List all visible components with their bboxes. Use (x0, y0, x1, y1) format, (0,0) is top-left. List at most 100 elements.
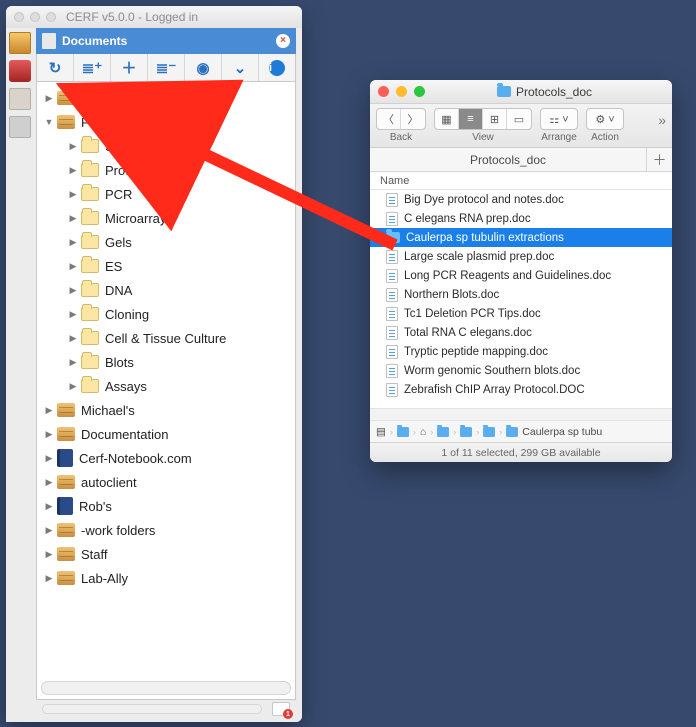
arrange-button[interactable]: ⚏ ˅ (541, 109, 577, 129)
status-indicator[interactable]: 1 (272, 702, 290, 716)
tree-item-blots[interactable]: ▶ Blots (37, 350, 295, 374)
disclosure-icon[interactable]: ▶ (43, 428, 55, 440)
window-minimize-icon[interactable] (30, 12, 40, 22)
info-button[interactable]: i (259, 54, 295, 81)
disclosure-icon[interactable]: ▼ (43, 116, 55, 128)
sidestrip-book-icon[interactable] (9, 60, 31, 82)
tree-item-robs[interactable]: ▶ Rob's (37, 494, 295, 518)
finder-path-bar[interactable]: ▤› › ⌂› › › › Caulerpa sp tubu (370, 420, 672, 442)
view-button[interactable]: ◉ (185, 54, 222, 81)
sidestrip-drive-icon[interactable] (9, 116, 31, 138)
disclosure-icon[interactable]: ▶ (67, 356, 79, 368)
tree-item-dna[interactable]: ▶ DNA (37, 278, 295, 302)
cerf-titlebar[interactable]: CERF v5.0.0 - Logged in (6, 6, 302, 28)
tree-item-work-folders[interactable]: ▶ -work folders (37, 518, 295, 542)
sidestrip-page-icon[interactable] (9, 88, 31, 110)
panel-close-button[interactable]: × (276, 34, 290, 48)
disclosure-icon[interactable]: ▶ (67, 188, 79, 200)
folder-icon (437, 427, 449, 437)
window-zoom-icon[interactable] (414, 86, 425, 97)
disclosure-icon[interactable]: ▶ (67, 308, 79, 320)
tree-item-pcr[interactable]: ▶ PCR (37, 182, 295, 206)
column-header-name[interactable]: Name (370, 172, 672, 190)
expand-button[interactable]: ⌄ (222, 54, 259, 81)
forward-button[interactable]: 〉 (401, 109, 425, 129)
sidestrip-notebook-icon[interactable] (9, 32, 31, 54)
new-tab-button[interactable]: ＋ (646, 148, 672, 171)
folder-icon (81, 163, 99, 177)
disclosure-icon[interactable]: ▶ (43, 548, 55, 560)
cerf-sidestrip (6, 28, 34, 722)
gallery-view-button[interactable]: ▭ (507, 109, 531, 129)
list-view-button[interactable]: ≡ (459, 109, 483, 129)
remove-entry-button[interactable]: ≣⁻ (148, 54, 185, 81)
tree-item-cerf-notebook[interactable]: ▶ Cerf-Notebook.com (37, 446, 295, 470)
tree-item-cell-tissue[interactable]: ▶ Cell & Tissue Culture (37, 326, 295, 350)
file-row[interactable]: Tc1 Deletion PCR Tips.doc (370, 304, 672, 323)
refresh-button[interactable]: ↻ (37, 54, 74, 81)
disclosure-icon[interactable]: ▶ (67, 212, 79, 224)
tree-item-cloning[interactable]: ▶ Cloning (37, 302, 295, 326)
back-button[interactable]: 〈 (377, 109, 401, 129)
tree-item-michaels[interactable]: ▶ Michael's (37, 398, 295, 422)
disclosure-icon[interactable]: ▶ (67, 332, 79, 344)
new-entry-button[interactable]: ≣⁺ (74, 54, 111, 81)
tree-item-lab-ally[interactable]: ▶ Lab-Ally (37, 566, 295, 590)
icon-view-button[interactable]: ▦ (435, 109, 459, 129)
disclosure-icon[interactable]: ▶ (43, 500, 55, 512)
disclosure-icon[interactable]: ▶ (67, 260, 79, 272)
notebook-icon (57, 497, 73, 515)
file-row[interactable]: Long PCR Reagents and Guidelines.doc (370, 266, 672, 285)
add-button[interactable]: ＋ (111, 54, 148, 81)
finder-status-text: 1 of 11 selected, 299 GB available (441, 447, 600, 459)
tree-item-staff[interactable]: ▶ Staff (37, 542, 295, 566)
tree-item-documentation[interactable]: ▶ Documentation (37, 422, 295, 446)
disclosure-icon[interactable]: ▶ (67, 140, 79, 152)
action-button[interactable]: ⚙ ˅ (587, 109, 623, 129)
tree-item-literature[interactable]: ▶ 2 Literature (37, 86, 295, 110)
disclosure-icon[interactable]: ▶ (43, 92, 55, 104)
disclosure-icon[interactable]: ▶ (43, 524, 55, 536)
disclosure-icon[interactable]: ▶ (67, 164, 79, 176)
file-row[interactable]: Tryptic peptide mapping.doc (370, 342, 672, 361)
disclosure-icon[interactable]: ▶ (67, 284, 79, 296)
traffic-lights (14, 12, 56, 22)
file-row[interactable]: Zebrafish ChIP Array Protocol.DOC (370, 380, 672, 399)
tree-item-microarray[interactable]: ▶ Microarray (37, 206, 295, 230)
documents-tree[interactable]: ▶ 2 Literature ▼ Protocols ▶ Seq (36, 82, 296, 700)
tree-label: Documentation (81, 427, 168, 442)
finder-file-list[interactable]: Big Dye protocol and notes.docC elegans … (370, 190, 672, 408)
tree-item-sequencing[interactable]: ▶ Sequencing (37, 134, 295, 158)
disclosure-icon[interactable]: ▶ (67, 380, 79, 392)
disclosure-icon[interactable]: ▶ (43, 572, 55, 584)
tree-item-es[interactable]: ▶ ES (37, 254, 295, 278)
column-view-button[interactable]: ⊞ (483, 109, 507, 129)
file-row[interactable]: Caulerpa sp tubulin extractions (370, 228, 672, 247)
file-row[interactable]: Big Dye protocol and notes.doc (370, 190, 672, 209)
disclosure-icon[interactable]: ▶ (43, 452, 55, 464)
file-row[interactable]: Total RNA C elegans.doc (370, 323, 672, 342)
file-row[interactable]: Large scale plasmid prep.doc (370, 247, 672, 266)
tree-item-protein[interactable]: ▶ Protein (37, 158, 295, 182)
tree-item-autoclient[interactable]: ▶ autoclient (37, 470, 295, 494)
tree-item-gels[interactable]: ▶ Gels (37, 230, 295, 254)
file-row[interactable]: Northern Blots.doc (370, 285, 672, 304)
finder-horizontal-scrollbar[interactable] (370, 408, 672, 420)
disclosure-icon[interactable]: ▶ (67, 236, 79, 248)
disclosure-icon[interactable]: ▶ (43, 404, 55, 416)
window-minimize-icon[interactable] (396, 86, 407, 97)
disclosure-icon[interactable]: ▶ (43, 476, 55, 488)
toolbar-overflow-button[interactable]: » (658, 108, 666, 128)
file-row[interactable]: C elegans RNA prep.doc (370, 209, 672, 228)
status-scrollbar[interactable] (42, 704, 262, 714)
action-segment: ⚙ ˅ (586, 108, 624, 130)
window-zoom-icon[interactable] (46, 12, 56, 22)
folder-icon (81, 235, 99, 249)
finder-titlebar[interactable]: Protocols_doc (370, 80, 672, 104)
tree-item-protocols[interactable]: ▼ Protocols (37, 110, 295, 134)
tree-item-assays[interactable]: ▶ Assays (37, 374, 295, 398)
window-close-icon[interactable] (378, 86, 389, 97)
window-close-icon[interactable] (14, 12, 24, 22)
file-row[interactable]: Worm genomic Southern blots.doc (370, 361, 672, 380)
tree-horizontal-scrollbar[interactable] (41, 681, 291, 695)
